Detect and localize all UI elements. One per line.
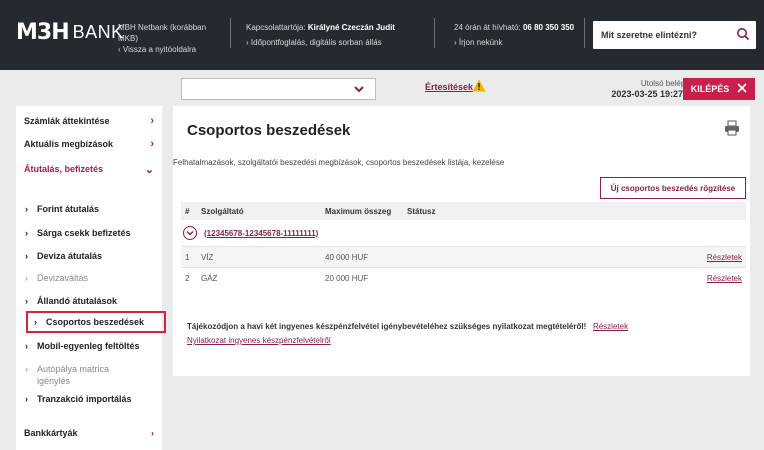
bank-logo[interactable]: M3H BANK — [16, 20, 124, 45]
page-description: Felhatalmazások, szolgáltatói beszedési … — [173, 158, 505, 167]
sidebar: Számlák áttekintése › Aktuális megbízáso… — [16, 106, 166, 450]
last-login: Utolsó belépés: 2023-03-25 19:27:05 — [566, 78, 696, 100]
statement-link[interactable]: Nyilatkozat ingyenes készpénzfelvételről — [187, 336, 331, 345]
page-title: Csoportos beszedések — [187, 122, 351, 139]
account-number-link[interactable]: (12345678-12345678-11111111) — [204, 229, 318, 238]
chevron-down-icon: ⌄ — [144, 163, 154, 176]
search-icon[interactable] — [736, 27, 750, 44]
sidebar-subitem-foreign-transfer[interactable]: › Deviza átutalás — [25, 251, 102, 261]
row-max-amount: 40 000 HUF — [325, 252, 369, 262]
logout-label: KILÉPÉS — [690, 84, 730, 94]
netbank-label-line2: MKB) — [118, 34, 138, 43]
warning-icon[interactable] — [472, 79, 486, 95]
chevron-down-icon — [353, 83, 365, 98]
sidebar-subitem-mobile-topup[interactable]: › Mobil-egyenleg feltöltés — [25, 341, 140, 351]
account-group-row: (12345678-12345678-11111111) — [181, 220, 746, 246]
chevron-right-icon: › — [150, 137, 154, 150]
sidebar-item-current-orders[interactable]: Aktuális megbízások › — [24, 132, 154, 155]
header-divider — [434, 18, 435, 48]
sidebar-item-label: Aktuális megbízások — [24, 138, 114, 149]
chevron-right-icon: › — [151, 428, 154, 438]
back-to-home-link[interactable]: ‹ Vissza a nyitóoldalra — [118, 44, 218, 55]
row-provider: GÁZ — [201, 273, 218, 283]
column-header-status: Státusz — [407, 206, 436, 216]
search-placeholder: Mit szeretne elintézni? — [601, 30, 698, 40]
column-header-max-amount: Maximum összeg — [325, 206, 392, 216]
sidebar-item-transfers[interactable]: Átutalás, befizetés ⌄ — [24, 155, 154, 183]
row-number: 2 — [185, 273, 190, 283]
info-details-link[interactable]: Részletek — [593, 322, 628, 331]
sidebar-item-label: Bankkártyák — [24, 428, 78, 438]
logo-text: BANK — [72, 22, 124, 42]
hotline-number: 06 80 350 350 — [522, 23, 575, 32]
collapse-toggle-icon[interactable] — [183, 226, 197, 240]
table-row: 2 GÁZ 20 000 HUF Részletek — [181, 267, 746, 288]
last-login-time: 2023-03-25 19:27:05 — [611, 89, 696, 99]
row-details-link[interactable]: Részletek — [707, 274, 742, 283]
search-input[interactable]: Mit szeretne elintézni? — [593, 21, 756, 49]
appointment-link[interactable]: › Időpontfoglalás, digitális sorban állá… — [246, 37, 426, 48]
sidebar-subitem-currency-exchange[interactable]: › Devizaváltás — [25, 273, 88, 283]
sidebar-item-accounts-overview[interactable]: Számlák áttekintése › — [24, 109, 154, 132]
sidebar-subitem-transaction-import[interactable]: › Tranzakció importálás — [25, 394, 132, 404]
close-icon — [737, 83, 747, 95]
print-icon[interactable] — [724, 120, 740, 139]
contact-name: Királyné Czeczán Judit — [307, 23, 395, 32]
netbank-block: MBH Netbank (korábban MKB) ‹ Vissza a ny… — [118, 22, 218, 55]
logo-mark: M3H — [16, 20, 70, 45]
info-text: Tájékozódjon a havi két ingyenes készpén… — [187, 322, 587, 331]
header-divider — [584, 18, 585, 48]
sidebar-item-label: Átutalás, befizetés — [24, 164, 104, 174]
logout-button[interactable]: KILÉPÉS — [683, 78, 755, 100]
write-us-link[interactable]: › Írjon nekünk — [454, 37, 584, 48]
hotline-block: 24 órán át hívható: 06 80 350 350 › Írjo… — [454, 22, 584, 48]
sidebar-subitem-standing-orders[interactable]: › Állandó átutalások — [25, 296, 117, 306]
header-divider — [230, 18, 231, 48]
contact-line: Kapcsolattartója: Királyné Czeczán Judit — [246, 23, 395, 32]
column-header-provider: Szolgáltató — [201, 206, 244, 216]
table-row: 1 VÍZ 40 000 HUF Részletek — [181, 246, 746, 267]
main-content: Csoportos beszedések Felhatalmazások, sz… — [173, 106, 750, 376]
row-max-amount: 20 000 HUF — [325, 273, 369, 283]
row-number: 1 — [185, 252, 190, 262]
sidebar-subitem-forint-transfer[interactable]: › Forint átutalás — [25, 204, 99, 214]
table-header: # Szolgáltató Maximum összeg Státusz — [181, 202, 746, 220]
row-provider: VÍZ — [201, 252, 214, 262]
top-bar: Értesítések Utolsó belépés: 2023-03-25 1… — [173, 72, 764, 106]
netbank-label-line1: MBH Netbank (korábban — [118, 23, 207, 32]
sidebar-item-label: Számlák áttekintése — [24, 115, 110, 126]
direct-debits-table: # Szolgáltató Maximum összeg Státusz (12… — [181, 202, 746, 288]
sidebar-item-bank-cards[interactable]: Bankkártyák › — [24, 428, 154, 438]
chevron-right-icon: › — [150, 114, 154, 127]
hotline-line: 24 órán át hívható: 06 80 350 350 — [454, 23, 575, 32]
header: M3H BANK MBH Netbank (korábban MKB) ‹ Vi… — [0, 0, 764, 70]
row-details-link[interactable]: Részletek — [707, 253, 742, 262]
info-notice: Tájékozódjon a havi két ingyenes készpén… — [187, 320, 743, 348]
sidebar-subitem-yellow-check[interactable]: › Sárga csekk befizetés — [25, 228, 131, 238]
new-direct-debit-button[interactable]: Új csoportos beszedés rögzítése — [600, 177, 746, 199]
sidebar-subitem-highway-sticker[interactable]: › Autópálya matrica igénylés — [25, 363, 109, 387]
notifications-link[interactable]: Értesítések — [425, 82, 473, 92]
column-header-number: # — [185, 206, 190, 216]
contact-block: Kapcsolattartója: Királyné Czeczán Judit… — [246, 22, 426, 48]
sidebar-subitem-direct-debits[interactable]: › Csoportos beszedések — [26, 311, 166, 333]
account-select[interactable] — [181, 78, 376, 100]
last-login-label: Utolsó belépés: — [640, 79, 696, 88]
